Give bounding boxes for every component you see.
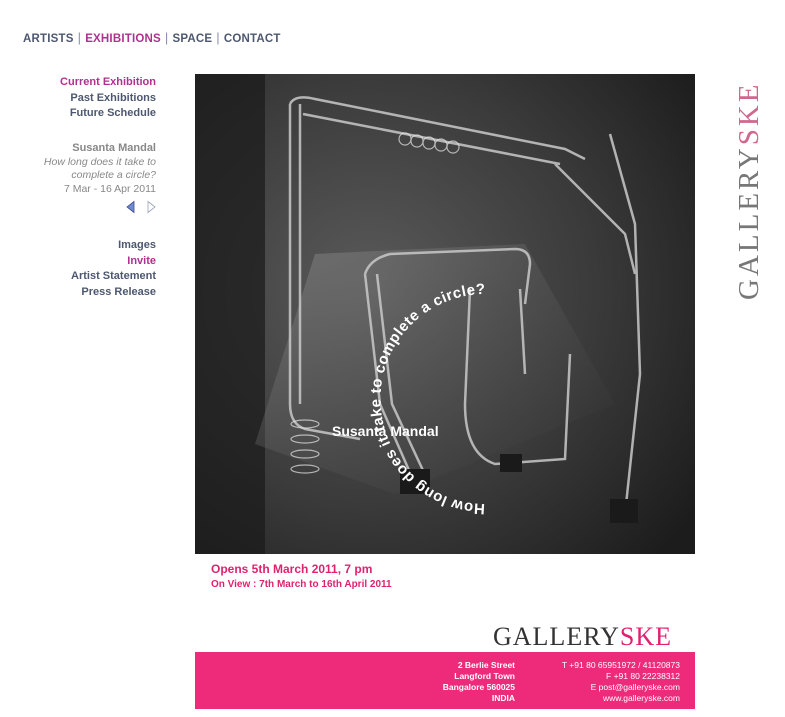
next-arrow-icon[interactable] [147,200,156,214]
exhibition-pager [125,200,157,214]
address-line: 2 Berlie Street [457,660,515,670]
address-line: Langford Town [454,671,515,681]
logo-part-gallery: GALLERY [493,622,620,651]
gallery-logo-vertical[interactable]: GALLERYSKE [733,50,766,300]
prev-arrow-icon[interactable] [126,200,135,214]
exhibition-links: Images Invite Artist Statement Press Rel… [71,238,156,300]
link-past-exhibitions[interactable]: Past Exhibitions [60,91,156,107]
exhibition-dates: 7 Mar - 16 Apr 2011 [63,182,156,195]
invite-footer: 2 Berlie Street Langford Town Bangalore … [195,652,695,709]
on-view-dates: On View : 7th March to 16th April 2011 [211,579,392,590]
logo-part-gallery: GALLERY [733,145,765,300]
gallery-logo: GALLERYSKE [493,622,672,652]
invite-image: Susanta Mandal How long does it take to … [195,74,695,554]
exhibition-artist: Susanta Mandal [72,142,156,154]
nav-artists[interactable]: ARTISTS [23,33,74,45]
nav-contact[interactable]: CONTACT [224,33,281,45]
address-line: INDIA [491,693,515,703]
nav-exhibitions[interactable]: EXHIBITIONS [85,33,161,45]
address-line: Bangalore 560025 [442,682,515,692]
exhibition-info: Susanta Mandal How long does it take to … [44,142,156,196]
contact-email: E post@galleryske.com [590,682,680,692]
link-current-exhibition[interactable]: Current Exhibition [60,75,156,91]
link-future-schedule[interactable]: Future Schedule [60,106,156,122]
contact-website: www.galleryske.com [603,693,680,703]
opening-date: Opens 5th March 2011, 7 pm [211,562,373,576]
exhibition-title-line1: How long does it take to [43,155,156,168]
nav-separator: | [164,30,169,45]
top-nav: ARTISTS | EXHIBITIONS | SPACE | CONTACT [23,30,281,45]
link-artist-statement[interactable]: Artist Statement [71,269,156,285]
logo-part-ske: SKE [619,622,673,651]
contact-fax: F +91 80 22238312 [606,671,680,681]
contact-phone: T +91 80 65951972 / 41120873 [561,660,680,670]
nav-space[interactable]: SPACE [172,33,212,45]
invite-dates: Opens 5th March 2011, 7 pm On View : 7th… [211,562,392,590]
link-invite[interactable]: Invite [71,254,156,270]
nav-separator: | [216,30,220,45]
nav-separator: | [77,30,82,45]
gallery-contact: T +91 80 65951972 / 41120873 F +91 80 22… [562,660,680,704]
exhibition-title-line2: complete a circle? [71,169,156,181]
gallery-address: 2 Berlie Street Langford Town Bangalore … [443,660,515,704]
link-images[interactable]: Images [71,238,156,254]
exhibition-subnav: Current Exhibition Past Exhibitions Futu… [60,75,156,122]
link-press-release[interactable]: Press Release [71,285,156,301]
logo-part-ske: SKE [733,81,765,146]
